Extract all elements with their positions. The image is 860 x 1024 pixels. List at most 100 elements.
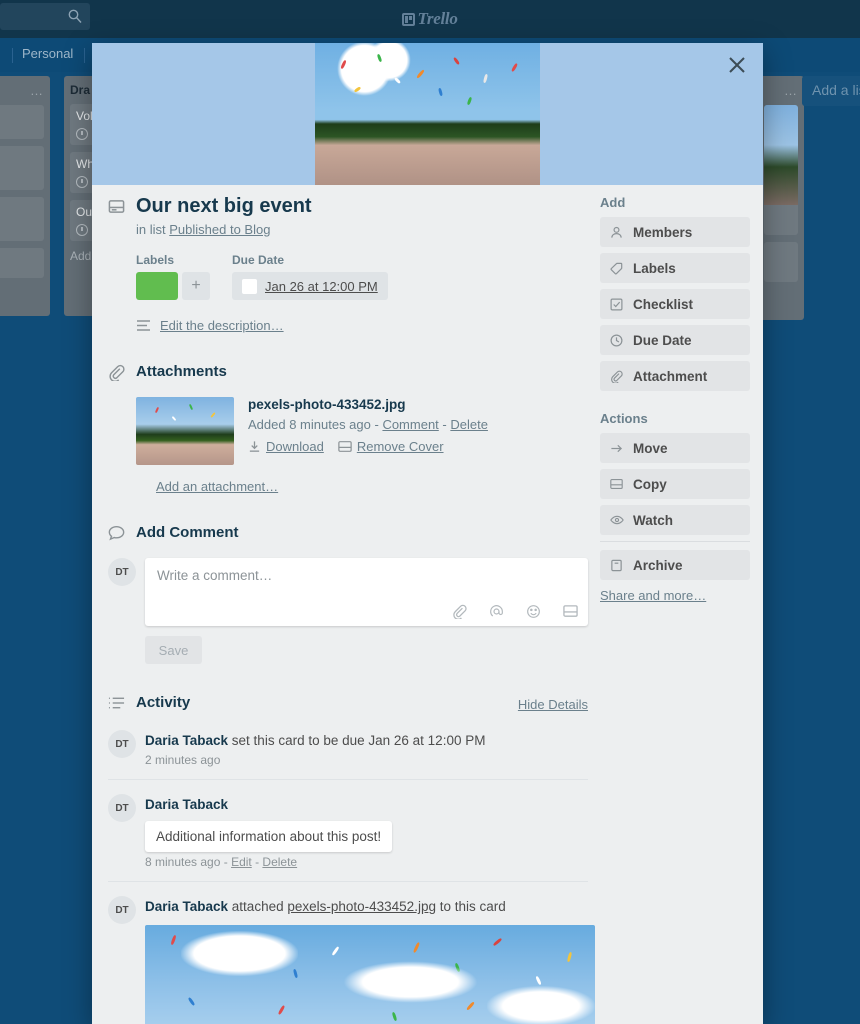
board-card[interactable]: g goal! (0, 105, 44, 139)
attachment-remove-cover-label[interactable]: Remove Cover (357, 439, 444, 454)
card-cover (92, 43, 763, 185)
due-date-checkbox[interactable] (242, 278, 257, 294)
attachment-download-action[interactable]: Download (248, 439, 324, 454)
due-date-heading: Due Date (232, 253, 285, 267)
activity-author[interactable]: Daria Taback (145, 899, 228, 914)
add-attachment-link[interactable]: Add an attachment… (156, 479, 588, 494)
save-comment-button[interactable]: Save (145, 636, 202, 664)
mention-icon[interactable] (489, 604, 504, 619)
attachment-info: pexels-photo-433452.jpg Added 8 minutes … (248, 397, 488, 465)
attachment-delete-link[interactable]: Delete (450, 417, 488, 432)
sidebar-attachment-label: Attachment (633, 368, 708, 384)
due-date-badge[interactable]: Jan 26 at 12:00 PM (232, 272, 388, 300)
card-meta-row: Labels + Due Date Jan 26 at 12:00 PM (136, 253, 588, 300)
sidebar-actions-heading: Actions (600, 411, 648, 426)
hide-details-toggle[interactable]: Hide Details (518, 697, 588, 712)
clock-icon (610, 334, 624, 347)
comment-placeholder: Write a comment… (157, 568, 273, 583)
add-label-button[interactable]: + (182, 272, 210, 300)
card-detail-body: Our next big event in list Published to … (92, 185, 763, 1024)
attachment-icon[interactable] (452, 604, 467, 619)
activity-delete-link[interactable]: Delete (262, 855, 297, 869)
activity-timestamp-row: 8 minutes ago - Edit - Delete (145, 855, 298, 870)
card-cover-image (315, 43, 540, 185)
activity-author[interactable]: Daria Taback (145, 733, 228, 748)
attachment-comment-link[interactable]: Comment (382, 417, 438, 432)
emoji-icon[interactable] (526, 604, 541, 619)
card-detail-modal: Our next big event in list Published to … (92, 43, 763, 1024)
attachment-icon (108, 364, 128, 381)
board-card[interactable] (0, 248, 44, 278)
activity-entry-text: Daria Taback attached pexels-photo-43345… (145, 898, 595, 916)
sidebar-divider (600, 541, 750, 542)
sidebar-labels-button[interactable]: Labels (600, 253, 750, 283)
board-card[interactable] (764, 105, 798, 235)
sidebar-attachment-button[interactable]: Attachment (600, 361, 750, 391)
sidebar-due-date-button[interactable]: Due Date (600, 325, 750, 355)
card-title[interactable]: Our next big event (136, 195, 588, 218)
attachment-remove-cover-action[interactable]: Remove Cover (338, 439, 444, 454)
activity-action-before: attached (228, 899, 288, 915)
board-card[interactable] (764, 242, 798, 282)
edit-description-link[interactable]: Edit the description… (160, 318, 284, 333)
card-list-link[interactable]: Published to Blog (169, 222, 270, 237)
due-date-section: Due Date Jan 26 at 12:00 PM (232, 253, 388, 300)
activity-entry-text: Daria Taback set this card to be due Jan… (145, 732, 588, 750)
attachment-thumbnail[interactable] (136, 397, 234, 465)
description-icon (136, 319, 151, 332)
activity-author[interactable]: Daria Taback (145, 797, 228, 812)
comment-input[interactable]: Write a comment… (145, 558, 588, 626)
activity-action-after: to this card (435, 899, 506, 915)
sidebar-members-label: Members (633, 224, 693, 240)
sidebar-watch-label: Watch (633, 512, 673, 528)
checklist-icon (610, 298, 624, 311)
card-icon (338, 440, 352, 453)
sidebar-due-date-label: Due Date (633, 332, 692, 348)
attachment-added-line: Added 8 minutes ago - Comment - Delete (248, 417, 488, 432)
board-list[interactable]: … (758, 76, 804, 320)
attachment-download-label[interactable]: Download (266, 439, 324, 454)
sidebar-add-heading: Add (600, 195, 626, 210)
label-chip-green[interactable] (136, 272, 178, 300)
activity-action: set this card to be due Jan 26 at 12:00 … (228, 733, 486, 748)
avatar[interactable]: DT (108, 794, 136, 823)
activity-entry: DT Daria Taback attached pexels-photo-43… (108, 896, 595, 1024)
activity-comment-text[interactable]: Additional information about this post! (145, 821, 393, 853)
attachment-name[interactable]: pexels-photo-433452.jpg (248, 397, 488, 412)
board-list[interactable]: … g goal! (0, 76, 50, 316)
trello-logo-icon (402, 13, 416, 26)
activity-attachment-link[interactable]: pexels-photo-433452.jpg (287, 899, 436, 914)
sidebar-move-button[interactable]: Move (600, 433, 750, 463)
attachment-actions: Download Remove Cover (248, 439, 488, 454)
board-team-name[interactable]: Personal (13, 46, 82, 61)
sidebar-watch-button[interactable]: Watch (600, 505, 750, 535)
activity-attachment-preview[interactable] (145, 924, 595, 1024)
avatar[interactable]: DT (108, 558, 136, 586)
trello-logo[interactable]: Trello (0, 9, 860, 29)
board-card[interactable] (0, 146, 44, 190)
comment-icon (108, 525, 128, 541)
list-menu-icon[interactable]: … (0, 83, 44, 98)
list-menu-icon[interactable]: … (764, 83, 798, 98)
attachments-section-header: Attachments (108, 363, 588, 385)
avatar[interactable]: DT (108, 896, 136, 925)
board-card-title: g goal! (0, 110, 38, 124)
sidebar-members-button[interactable]: Members (600, 217, 750, 247)
sidebar-checklist-button[interactable]: Checklist (600, 289, 750, 319)
sidebar-archive-button[interactable]: Archive (600, 550, 750, 580)
description-section[interactable]: Edit the description… (136, 318, 588, 333)
add-list-button[interactable]: Add a list… (802, 76, 860, 106)
avatar[interactable]: DT (108, 730, 136, 758)
attachment-added-text: Added 8 minutes ago (248, 417, 371, 432)
activity-edit-link[interactable]: Edit (231, 855, 252, 869)
sidebar-move-label: Move (633, 440, 668, 456)
close-icon[interactable] (725, 53, 749, 77)
sidebar-duedate-checklist-label: Checklist (633, 296, 694, 312)
activity-entry: DT Daria Taback set this card to be due … (108, 730, 588, 781)
sidebar-copy-button[interactable]: Copy (600, 469, 750, 499)
card-icon[interactable] (563, 604, 578, 619)
board-card[interactable] (0, 197, 44, 241)
clock-icon (76, 224, 88, 236)
share-and-more-link[interactable]: Share and more… (600, 588, 750, 603)
due-date-value[interactable]: Jan 26 at 12:00 PM (265, 279, 378, 294)
